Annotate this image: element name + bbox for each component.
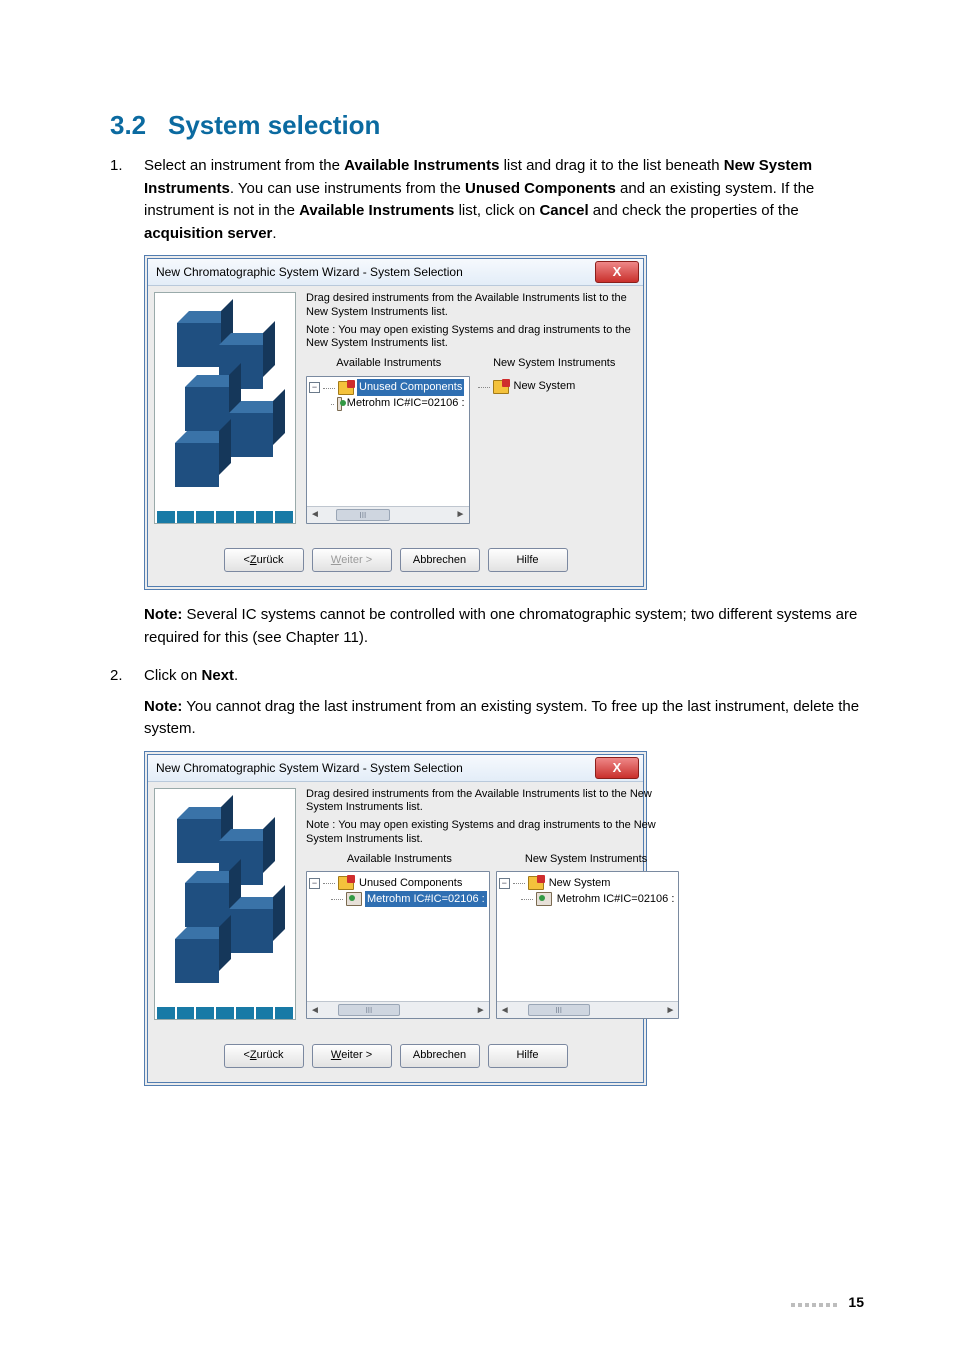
collapse-icon[interactable]: −	[499, 878, 510, 889]
step-2-text: Click on Next.	[144, 665, 864, 688]
dialog-titlebar[interactable]: New Chromatographic System Wizard - Syst…	[148, 755, 643, 782]
new-system-tree[interactable]: New System	[476, 376, 638, 522]
scroll-right-icon[interactable]: ►	[473, 1003, 489, 1018]
dialog-title: New Chromatographic System Wizard - Syst…	[156, 263, 463, 281]
next-button[interactable]: Weiter >	[312, 1044, 392, 1068]
dialog-title: New Chromatographic System Wizard - Syst…	[156, 759, 463, 777]
page-footer: 15	[791, 1294, 864, 1310]
next-button: Weiter >	[312, 548, 392, 572]
step-number: 1.	[110, 155, 144, 657]
tree-label-instrument[interactable]: Metrohm IC#IC=02106 :	[555, 891, 677, 908]
available-instruments-tree[interactable]: − Unused Components	[306, 376, 470, 524]
tree-label-new-system[interactable]: New System	[547, 875, 613, 892]
wizard-graphic	[154, 292, 296, 524]
tree-label-unused[interactable]: Unused Components	[357, 379, 464, 396]
help-button[interactable]: Hilfe	[488, 548, 568, 572]
tree-row-instrument[interactable]: Metrohm IC#IC=02106 :	[309, 891, 487, 907]
tree-row-unused-components[interactable]: − Unused Components	[309, 380, 467, 396]
footer-dots-icon	[791, 1294, 840, 1310]
scroll-left-icon[interactable]: ◄	[497, 1003, 513, 1018]
scroll-left-icon[interactable]: ◄	[307, 507, 323, 522]
dialog-help-1: Drag desired instruments from the Availa…	[306, 292, 637, 320]
collapse-icon[interactable]: −	[309, 878, 320, 889]
tree-row-instrument[interactable]: Metrohm IC#IC=02106 :	[309, 396, 467, 412]
page-number: 15	[848, 1294, 864, 1310]
folder-icon	[338, 381, 354, 395]
new-system-tree[interactable]: − New System	[496, 871, 680, 1019]
section-number: 3.2	[110, 110, 168, 141]
step-number: 2.	[110, 665, 144, 1100]
section-heading: 3.2System selection	[110, 110, 864, 141]
step-1-note: Note: Several IC systems cannot be contr…	[144, 604, 864, 649]
instrument-icon	[536, 892, 552, 906]
scrollbar-thumb[interactable]: III	[338, 1004, 400, 1016]
dialog-help-2: Note : You may open existing Systems and…	[306, 324, 637, 352]
back-button[interactable]: < Zurück	[224, 1044, 304, 1068]
col-header-new-system: New System Instruments	[472, 355, 638, 372]
step-2-note: Note: You cannot drag the last instrumen…	[144, 696, 864, 741]
step-1-text: Select an instrument from the Available …	[144, 155, 864, 245]
tree-label-instrument[interactable]: Metrohm IC#IC=02106 :	[365, 891, 487, 908]
instrument-icon	[346, 892, 362, 906]
cancel-button[interactable]: Abbrechen	[400, 548, 480, 572]
horizontal-scrollbar[interactable]: ◄ III ►	[307, 1001, 489, 1018]
close-icon[interactable]: X	[595, 261, 639, 283]
collapse-icon[interactable]: −	[309, 382, 320, 393]
col-header-available: Available Instruments	[306, 851, 493, 868]
tree-row-unused-components[interactable]: − Unused Components	[309, 875, 487, 891]
col-header-new-system: New System Instruments	[493, 851, 680, 868]
tree-label-instrument[interactable]: Metrohm IC#IC=02106 :	[345, 395, 467, 412]
section-title: System selection	[168, 110, 380, 140]
scroll-right-icon[interactable]: ►	[453, 507, 469, 522]
scrollbar-thumb[interactable]: III	[336, 509, 390, 521]
instrument-icon	[337, 397, 342, 411]
close-icon[interactable]: X	[595, 757, 639, 779]
wizard-graphic	[154, 788, 296, 1020]
col-header-available: Available Instruments	[306, 355, 472, 372]
dialog-help-2: Note : You may open existing Systems and…	[306, 819, 679, 847]
horizontal-scrollbar[interactable]: ◄ III ►	[497, 1001, 679, 1018]
back-button[interactable]: < Zurück	[224, 548, 304, 572]
available-instruments-tree[interactable]: − Unused Components	[306, 871, 490, 1019]
wizard-dialog-before: New Chromatographic System Wizard - Syst…	[144, 255, 647, 590]
tree-row-instrument[interactable]: Metrohm IC#IC=02106 :	[499, 891, 677, 907]
wizard-dialog-after: New Chromatographic System Wizard - Syst…	[144, 751, 647, 1086]
dialog-help-1: Drag desired instruments from the Availa…	[306, 788, 679, 816]
scroll-left-icon[interactable]: ◄	[307, 1003, 323, 1018]
folder-icon	[338, 876, 354, 890]
tree-row-new-system[interactable]: New System	[478, 379, 636, 395]
help-button[interactable]: Hilfe	[488, 1044, 568, 1068]
dialog-titlebar[interactable]: New Chromatographic System Wizard - Syst…	[148, 259, 643, 286]
tree-label-unused[interactable]: Unused Components	[357, 875, 464, 892]
scroll-right-icon[interactable]: ►	[662, 1003, 678, 1018]
tree-label-new-system[interactable]: New System	[512, 378, 578, 395]
scrollbar-thumb[interactable]: III	[528, 1004, 590, 1016]
folder-icon	[528, 876, 544, 890]
step-2: 2. Click on Next. Note: You cannot drag …	[110, 665, 864, 1100]
step-1: 1. Select an instrument from the Availab…	[110, 155, 864, 657]
tree-row-new-system[interactable]: − New System	[499, 875, 677, 891]
horizontal-scrollbar[interactable]: ◄ III ►	[307, 506, 469, 523]
cancel-button[interactable]: Abbrechen	[400, 1044, 480, 1068]
folder-icon	[493, 380, 509, 394]
